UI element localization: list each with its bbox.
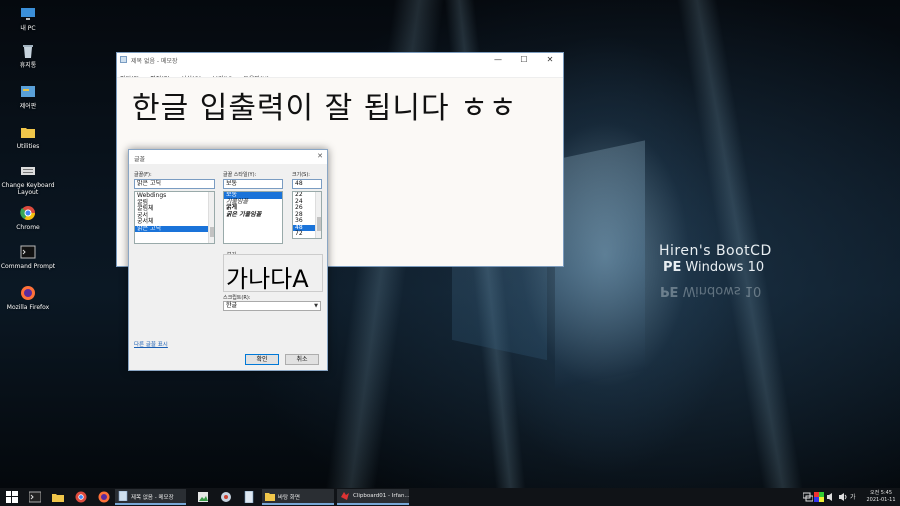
desktop-icon-firefox[interactable]: Mozilla Firefox (0, 285, 56, 311)
desktop-icon-chrome[interactable]: Chrome (0, 205, 56, 231)
list-item[interactable]: 굵은 기울임꼴 (224, 211, 282, 219)
recycle-bin-icon (23, 45, 33, 58)
system-clock[interactable]: 오전 5:45 2021-01-11 (866, 490, 896, 504)
scrollbar-thumb[interactable] (317, 217, 321, 231)
script-select-value: 한글 (226, 302, 238, 309)
close-button[interactable]: ✕ (537, 54, 563, 65)
font-name-list[interactable]: Webdings 굴림 굴림체 궁서 궁서체 맑은 고딕 (134, 191, 215, 244)
chrome-icon (20, 206, 35, 220)
font-style-list[interactable]: 보통 기울임꼴 굵게 굵은 기울임꼴 (223, 191, 283, 244)
taskbar-item-notepad[interactable]: 제목 없음 - 메모장 (115, 489, 186, 505)
font-style-input[interactable]: 보통 (223, 179, 283, 189)
terminal-icon (20, 245, 36, 259)
font-dialog-title: 글꼴 (134, 156, 146, 163)
script-label: 스크립트(R): (223, 295, 251, 301)
scrollbar-thumb[interactable] (210, 227, 214, 237)
style-label: 글꼴 스타일(Y): (223, 172, 257, 178)
desktop-icon-control-panel[interactable]: 제어판 (0, 84, 56, 110)
list-item-selected[interactable]: 맑은 고딕 (135, 225, 214, 232)
firefox-icon (21, 286, 35, 300)
size-label: 크기(S): (292, 172, 310, 178)
windows-logo-pane-right (555, 140, 645, 390)
color-tool-icon[interactable] (814, 492, 824, 502)
document-icon[interactable] (243, 491, 255, 503)
minimize-button[interactable]: — (485, 54, 511, 65)
folder-icon (265, 493, 275, 501)
start-windows-icon[interactable] (6, 491, 18, 503)
cancel-button[interactable]: 취소 (285, 354, 319, 365)
input-language-indicator[interactable]: 가 (850, 492, 856, 501)
font-dialog-titlebar[interactable]: 글꼴 ✕ (129, 150, 327, 164)
firefox-icon[interactable] (98, 491, 110, 503)
script-select[interactable]: 한글 ▼ (223, 301, 321, 311)
brand-subtitle: PE Windows 10 (663, 260, 765, 275)
notepad-menubar: 파일(F) 편집(E) 서식(O) 보기(V) 도움말(H) (117, 66, 563, 83)
notepad-title: 제목 없음 - 메모장 (131, 58, 178, 65)
ok-button[interactable]: 확인 (245, 354, 279, 365)
volume-icon[interactable] (826, 492, 836, 502)
desktop-icon-change-keyboard[interactable]: Change Keyboard Layout (0, 163, 56, 196)
font-list-scrollbar[interactable] (208, 192, 214, 243)
control-panel-icon (21, 86, 35, 97)
notepad-icon (120, 56, 127, 63)
brand-title: Hiren's BootCD (659, 243, 772, 259)
clock-time: 오전 5:45 (869, 490, 893, 496)
font-name-input[interactable]: 맑은 고딕 (134, 179, 215, 189)
font-size-list[interactable]: 22 24 26 28 36 48 72 (292, 191, 322, 239)
size-list-scrollbar[interactable] (315, 192, 321, 238)
font-dialog-close-button[interactable]: ✕ (317, 152, 323, 160)
notepad-titlebar[interactable]: 제목 없음 - 메모장 — ☐ ✕ (117, 53, 563, 66)
preview-text: 가나다A (226, 265, 309, 292)
show-more-fonts-link[interactable]: 다른 글꼴 표시 (134, 340, 168, 348)
clock-date: 2021-01-11 (866, 497, 896, 503)
taskbar-item-irfanview[interactable]: Clipboard01 - Irfan... (337, 489, 410, 505)
font-preview: 가나다A (223, 254, 323, 292)
desktop-icon-my-pc[interactable]: 내 PC (0, 6, 56, 32)
font-dialog[interactable]: 글꼴 ✕ 글꼴(F): 맑은 고딕 Webdings 굴림 굴림체 궁서 궁서체… (128, 149, 328, 371)
computer-icon (21, 8, 35, 20)
chrome-icon[interactable] (75, 491, 87, 503)
taskbar-item-desktop[interactable]: 바탕 화면 (262, 489, 334, 505)
keyboard-icon (21, 167, 35, 175)
font-label: 글꼴(F): (134, 172, 152, 178)
desktop-icon-command-prompt[interactable]: Command Prompt (0, 244, 56, 270)
font-size-input[interactable]: 48 (292, 179, 322, 189)
image-viewer-icon[interactable] (197, 491, 209, 503)
chevron-down-icon: ▼ (314, 303, 318, 309)
desktop-icon-recycle-bin[interactable]: 휴지통 (0, 43, 56, 69)
notepad-icon (118, 491, 128, 501)
folder-icon (21, 128, 35, 138)
irfanview-icon (341, 492, 349, 500)
terminal-icon[interactable] (29, 491, 41, 503)
speaker-icon[interactable] (838, 492, 848, 502)
taskbar: 제목 없음 - 메모장 바탕 화면 Clipboard01 - Irfan...… (0, 488, 900, 506)
network-icon[interactable] (803, 492, 813, 502)
folder-icon[interactable] (52, 491, 64, 503)
notepad-content: 한글 입출력이 잘 됩니다 ㅎㅎ (132, 91, 518, 126)
maximize-button[interactable]: ☐ (511, 54, 537, 65)
tools-icon[interactable] (220, 491, 232, 503)
desktop-icon-utilities[interactable]: Utilities (0, 124, 56, 150)
brand-reflection: PE Windows 10 (660, 283, 762, 298)
